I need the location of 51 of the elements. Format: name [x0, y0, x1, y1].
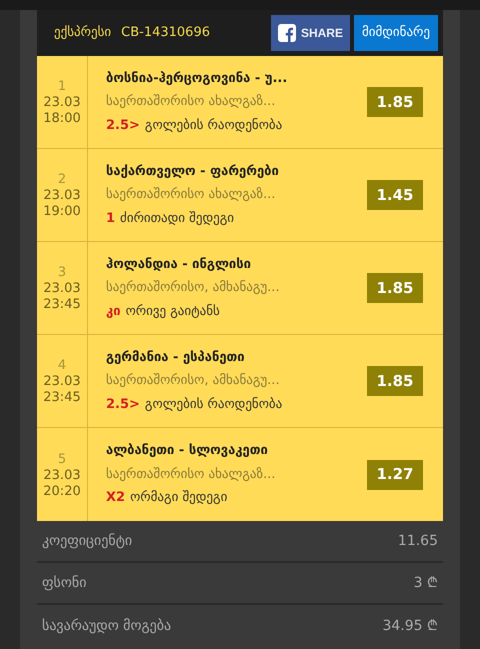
- market-name: ძირითადი შედეგი: [120, 210, 234, 228]
- status-button[interactable]: მიმდინარე: [354, 15, 438, 51]
- match-name: საქართველო - ფარერები: [106, 162, 280, 181]
- match-name: გერმანია - ესპანეთი: [106, 348, 246, 367]
- bet-number: 4: [58, 358, 66, 374]
- summary-value: 11.65: [398, 532, 438, 550]
- bet-date: 23.03: [43, 281, 81, 297]
- bet-pick: 1: [106, 210, 116, 228]
- bet-number: 5: [58, 452, 66, 468]
- bet-pick: 2.5>: [106, 116, 140, 135]
- bet-number: 1: [58, 79, 66, 95]
- odds-badge: 1.85: [367, 273, 423, 303]
- market-name: ორივე გაიტანს: [126, 302, 220, 321]
- ticket-code: CB-14310696: [121, 24, 210, 42]
- bet-date: 23.03: [43, 188, 81, 204]
- ticket-type: ექსპრესი: [54, 24, 112, 42]
- league-name: საერთაშორისო ახალგაზ...: [106, 466, 276, 484]
- share-button[interactable]: SHARE: [270, 15, 350, 51]
- bet-date: 23.03: [43, 95, 81, 111]
- bet-number: 2: [58, 172, 66, 188]
- league-name: საერთაშორისო, ამხანაგუ...: [106, 372, 281, 390]
- league-name: საერთაშორისო ახალგაზ...: [106, 186, 276, 204]
- bet-pick: X2: [106, 489, 126, 508]
- match-name: ალბანეთი - სლოვაკეთი: [106, 442, 269, 460]
- league-name: საერთაშორისო ახალგაზ...: [106, 93, 276, 112]
- market-name: გოლების რაოდენობა: [144, 396, 282, 414]
- league-name: საერთაშორისო, ამხანაგუ...: [106, 279, 281, 298]
- odds-badge: 1.45: [367, 180, 423, 210]
- bet-time: 20:20: [43, 484, 81, 500]
- bet-time: 19:00: [43, 204, 81, 220]
- match-name: ჰოლანდია - ინგლისი: [106, 256, 252, 274]
- odds-badge: 1.85: [367, 87, 423, 117]
- facebook-icon: [278, 24, 296, 42]
- summary-label: სავარაუდო მოგება: [42, 616, 172, 636]
- summary-label: კოეფიციენტი: [42, 532, 132, 550]
- bet-date: 23.03: [43, 374, 81, 390]
- bet-number: 3: [58, 265, 66, 281]
- market-name: გოლების რაოდენობა: [144, 116, 282, 135]
- odds-badge: 1.85: [367, 366, 423, 396]
- bet-time: 23:45: [43, 297, 81, 313]
- market-name: ორმაგი შედეგი: [130, 489, 228, 508]
- match-name: ბოსნია-ჰერცოგოვინა - უ...: [106, 70, 288, 88]
- summary-label: ფსონი: [42, 574, 86, 592]
- bet-date: 23.03: [43, 468, 81, 484]
- bet-time: 18:00: [43, 111, 81, 127]
- bet-pick: 2.5>: [106, 396, 140, 414]
- bet-pick: კი: [106, 302, 121, 321]
- summary-value: 34.95 ₾: [382, 616, 438, 636]
- bet-time: 23:45: [43, 390, 81, 406]
- odds-badge: 1.27: [367, 460, 423, 490]
- summary-value: 3 ₾: [414, 574, 438, 592]
